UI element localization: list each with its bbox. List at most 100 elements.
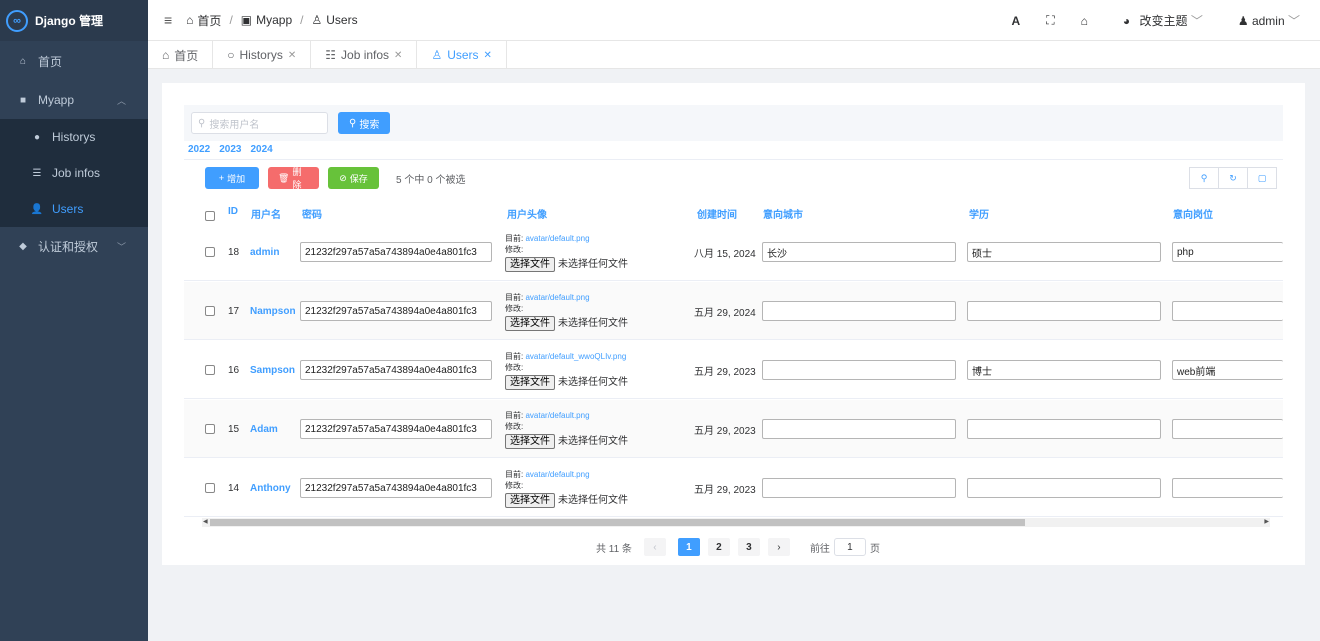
menu-toggle-icon[interactable]: ≡	[164, 12, 172, 28]
password-input[interactable]: 21232f297a57a5a743894a0e4a801fc3	[300, 419, 492, 439]
column-header[interactable]: 学历	[969, 206, 989, 221]
tab-users[interactable]: ♙ Users ✕	[417, 41, 507, 69]
password-input[interactable]: 21232f297a57a5a743894a0e4a801fc3	[300, 242, 492, 262]
next-page-button[interactable]: ›	[767, 538, 790, 556]
year-link[interactable]: 2023	[219, 144, 241, 155]
font-size-icon[interactable]: A	[1012, 14, 1021, 28]
row-username-link[interactable]: Anthony	[250, 459, 291, 517]
prev-page-button[interactable]: ‹	[643, 538, 666, 556]
close-icon[interactable]: ✕	[394, 50, 402, 61]
app-logo[interactable]: ∞ Django 管理	[0, 0, 148, 41]
city-input[interactable]	[762, 478, 956, 498]
education-input[interactable]: 博士	[967, 360, 1161, 380]
row-checkbox[interactable]	[205, 400, 215, 458]
save-button[interactable]: ⊘ 保存	[328, 167, 379, 189]
row-checkbox[interactable]	[205, 282, 215, 340]
year-link[interactable]: 2024	[251, 144, 273, 155]
choose-file-button[interactable]: 选择文件	[505, 492, 555, 508]
user-icon: ♟	[1237, 14, 1249, 28]
city-input[interactable]	[762, 360, 956, 380]
add-button[interactable]: + 增加	[205, 167, 259, 189]
choose-file-button[interactable]: 选择文件	[505, 315, 555, 331]
avatar-link[interactable]: avatar/default.png	[525, 470, 589, 479]
row-id: 15	[228, 423, 240, 435]
horizontal-scrollbar[interactable]: ◀ ▶	[202, 518, 1270, 527]
home-icon[interactable]: ⌂	[1081, 14, 1088, 28]
columns-icon[interactable]: ▢	[1247, 167, 1277, 189]
city-input[interactable]	[762, 419, 956, 439]
sidebar-item-job-infos[interactable]: ☰ Job infos	[0, 155, 148, 191]
breadcrumb-app[interactable]: Myapp	[256, 13, 292, 27]
search-button[interactable]: ⚲ 搜索	[338, 112, 391, 134]
avatar-change-label: 修改:	[505, 303, 524, 313]
row-checkbox[interactable]	[205, 459, 215, 517]
job-input[interactable]: php	[1172, 242, 1283, 262]
goto-page-input[interactable]: 1	[833, 538, 866, 556]
column-header[interactable]: 用户名	[251, 206, 281, 221]
row-created: 五月 29, 2023	[694, 425, 756, 437]
education-input[interactable]	[967, 478, 1161, 498]
sidebar-item-users[interactable]: 👤 Users	[0, 191, 148, 227]
scroll-left-icon[interactable]: ◀	[203, 518, 208, 527]
avatar-link[interactable]: avatar/default_wwoQLIv.png	[525, 352, 626, 361]
education-input[interactable]: 硕士	[967, 242, 1161, 262]
avatar-link[interactable]: avatar/default.png	[525, 411, 589, 420]
choose-file-button[interactable]: 选择文件	[505, 256, 555, 272]
page-3-button[interactable]: 3	[737, 538, 760, 556]
theme-selector[interactable]: ◕ 改变主题 ﹀	[1123, 12, 1203, 29]
current-label: 目前:	[505, 292, 524, 302]
sidebar-item-historys[interactable]: ● Historys	[0, 119, 148, 155]
job-input[interactable]: web前端	[1172, 360, 1283, 380]
page-1-button[interactable]: 1	[677, 538, 700, 556]
column-header[interactable]: 用户头像	[507, 206, 547, 221]
column-header[interactable]: 意向岗位	[1173, 206, 1213, 221]
column-header[interactable]: 意向城市	[763, 206, 803, 221]
row-username-link[interactable]: Sampson	[250, 341, 295, 399]
refresh-icon[interactable]: ↻	[1218, 167, 1248, 189]
job-input[interactable]	[1172, 419, 1283, 439]
search-input[interactable]: ⚲ 搜索用户名	[191, 112, 328, 134]
password-input[interactable]: 21232f297a57a5a743894a0e4a801fc3	[300, 478, 492, 498]
education-input[interactable]	[967, 301, 1161, 321]
sidebar-item-auth[interactable]: ◆ 认证和授权 ﹀	[0, 227, 148, 265]
search-placeholder: 搜索用户名	[209, 119, 260, 131]
delete-button[interactable]: 🗑 删除	[268, 167, 319, 190]
column-header[interactable]: 密码	[302, 206, 322, 221]
job-input[interactable]	[1172, 301, 1283, 321]
row-checkbox[interactable]	[205, 223, 215, 281]
column-header[interactable]: ID	[228, 206, 238, 217]
close-icon[interactable]: ✕	[288, 50, 296, 61]
user-menu[interactable]: ♟ admin ﹀	[1238, 12, 1300, 29]
password-input[interactable]: 21232f297a57a5a743894a0e4a801fc3	[300, 301, 492, 321]
city-input[interactable]	[762, 301, 956, 321]
avatar-link[interactable]: avatar/default.png	[525, 293, 589, 302]
row-checkbox[interactable]	[205, 341, 215, 399]
education-input[interactable]	[967, 419, 1161, 439]
page-2-button[interactable]: 2	[707, 538, 730, 556]
fullscreen-icon[interactable]: ⛶	[1046, 13, 1054, 28]
pagination: 共 11 条 ‹ 1 2 3 › 前往 1 页	[596, 538, 880, 556]
row-username-link[interactable]: Nampson	[250, 282, 296, 340]
column-header[interactable]: 创建时间	[697, 206, 737, 221]
password-input[interactable]: 21232f297a57a5a743894a0e4a801fc3	[300, 360, 492, 380]
choose-file-button[interactable]: 选择文件	[505, 374, 555, 390]
tab-job-infos[interactable]: ☷ Job infos ✕	[311, 41, 418, 69]
tab-home[interactable]: ⌂ 首页	[148, 41, 214, 69]
scroll-right-icon[interactable]: ▶	[1264, 518, 1269, 527]
avatar-link[interactable]: avatar/default.png	[525, 234, 589, 243]
close-icon[interactable]: ✕	[484, 50, 492, 61]
row-username-link[interactable]: admin	[250, 223, 279, 281]
sidebar-item-home[interactable]: ⌂ 首页	[0, 41, 148, 81]
year-link[interactable]: 2022	[188, 144, 210, 155]
row-username-link[interactable]: Adam	[250, 400, 278, 458]
choose-file-button[interactable]: 选择文件	[505, 433, 555, 449]
search-toggle-icon[interactable]: ⚲	[1189, 167, 1219, 189]
sidebar-item-myapp[interactable]: ■ Myapp ︿	[0, 81, 148, 119]
search-button-label: 搜索	[359, 119, 380, 131]
tab-historys[interactable]: ○ Historys ✕	[213, 41, 312, 69]
city-input[interactable]: 长沙	[762, 242, 956, 262]
row-created: 五月 29, 2023	[694, 484, 756, 496]
job-input[interactable]	[1172, 478, 1283, 498]
scrollbar-thumb[interactable]	[210, 519, 1025, 526]
breadcrumb-home[interactable]: 首页	[197, 12, 221, 29]
